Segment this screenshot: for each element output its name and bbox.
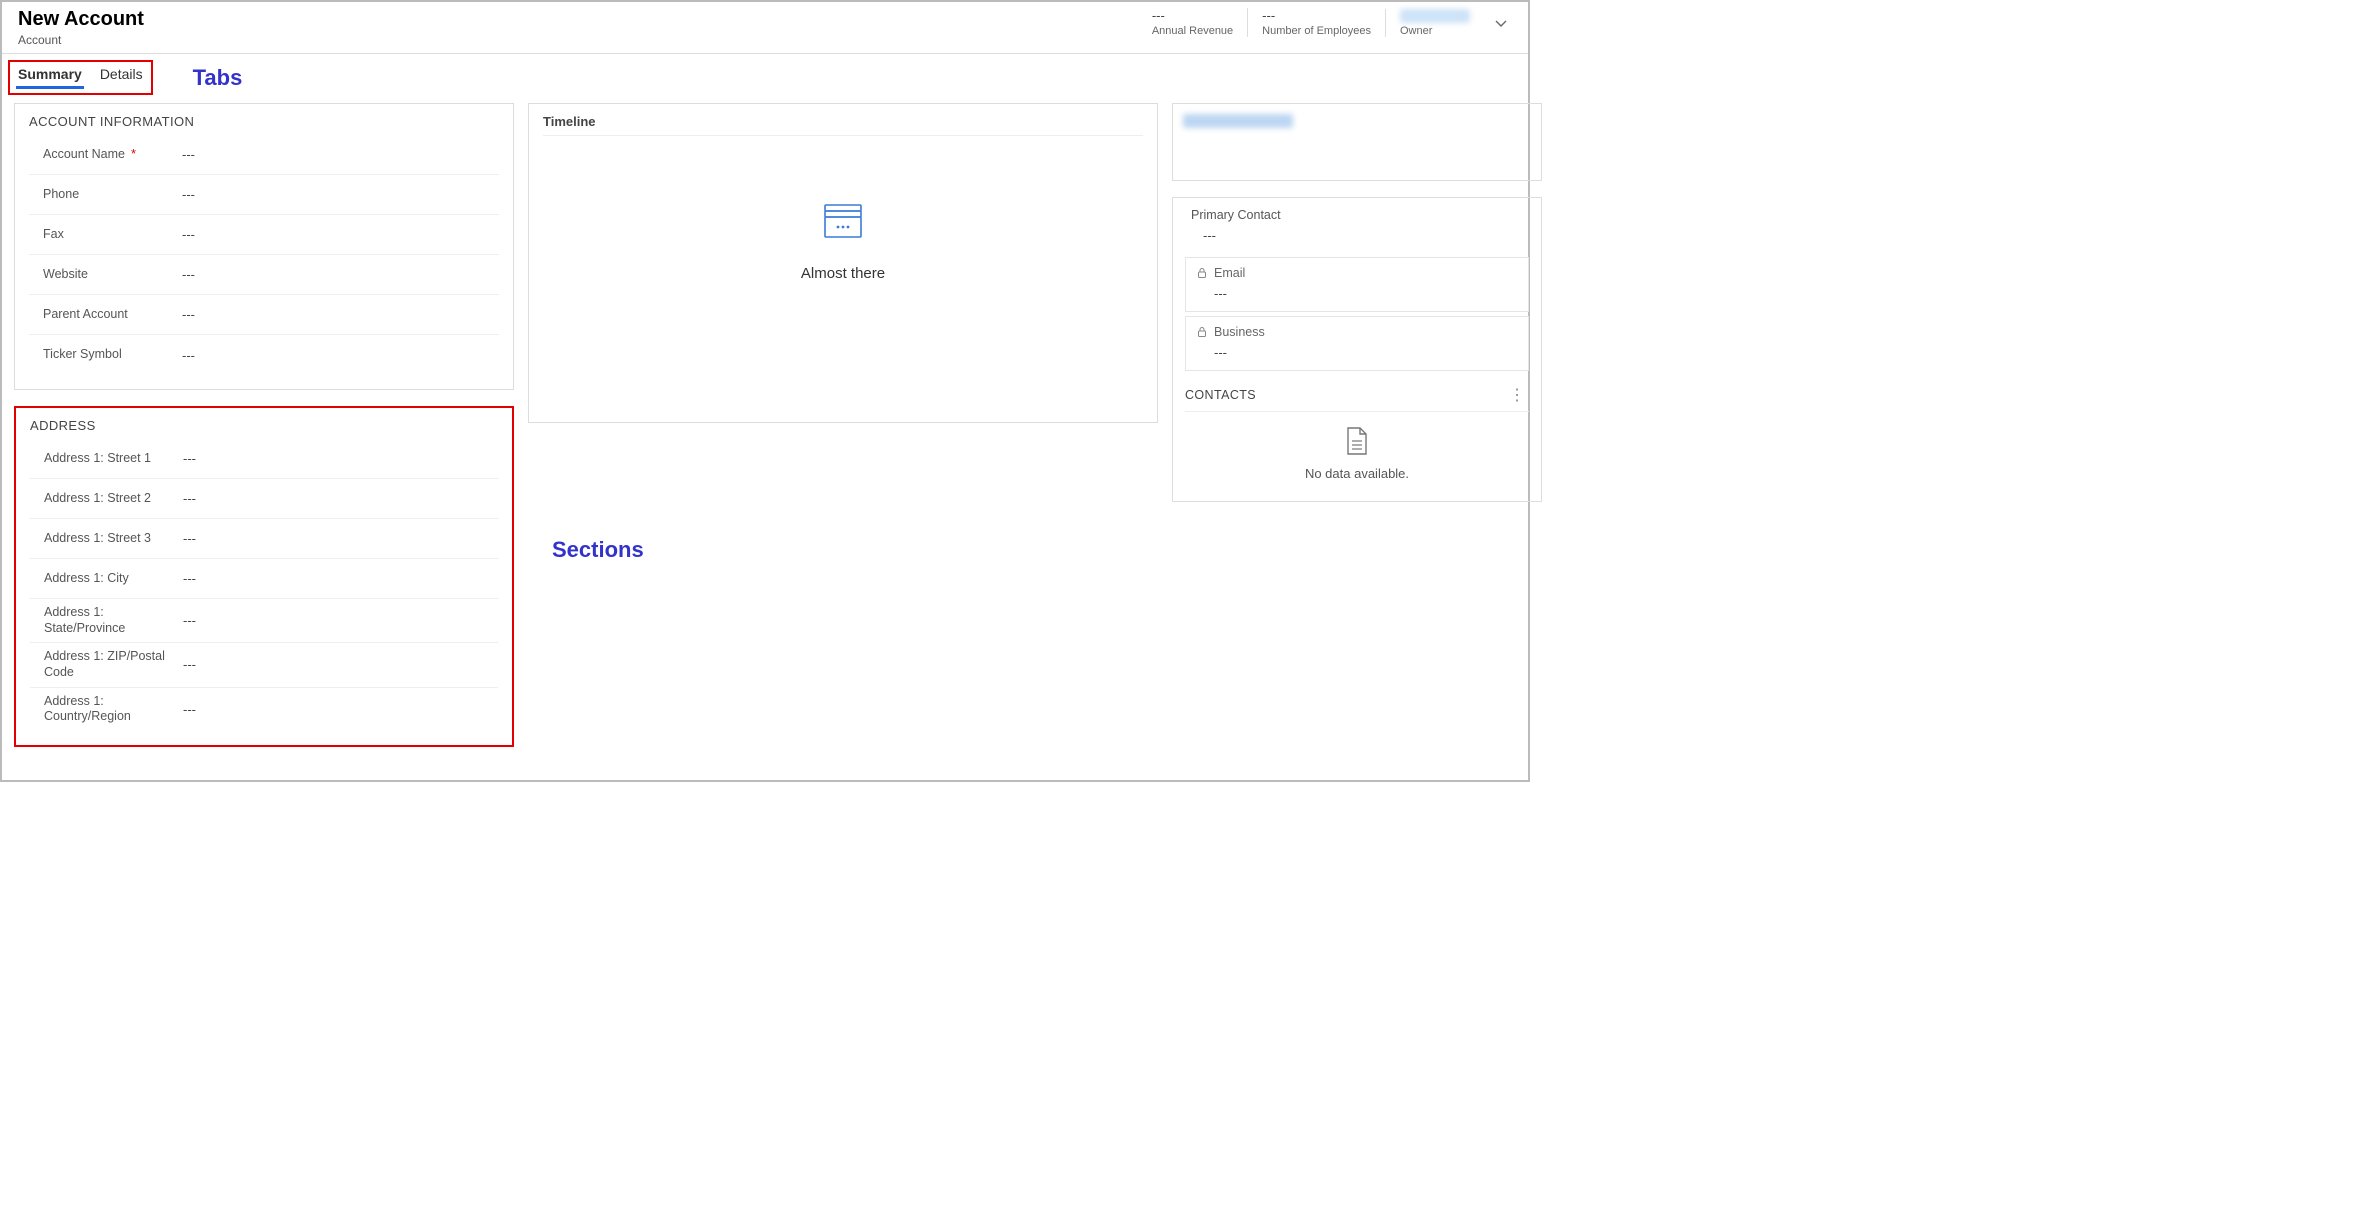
tabs-row: Summary Details Tabs bbox=[2, 54, 1528, 95]
header-field-label: Owner bbox=[1400, 25, 1470, 37]
field-value: --- bbox=[164, 307, 195, 322]
middle-column: Timeline Almost there Sections bbox=[528, 103, 1158, 563]
field-label-text: Account Name bbox=[43, 147, 125, 161]
contacts-header: CONTACTS ⋮ bbox=[1185, 379, 1529, 412]
tab-details[interactable]: Details bbox=[98, 64, 145, 89]
field-label: Address 1: State/Province bbox=[30, 605, 165, 636]
field-value: --- bbox=[164, 187, 195, 202]
field-label: Address 1: Street 2 bbox=[30, 491, 165, 507]
business-value: --- bbox=[1196, 339, 1518, 362]
field-address1-state[interactable]: Address 1: State/Province --- bbox=[30, 599, 498, 643]
lock-icon bbox=[1196, 326, 1208, 338]
field-label: Phone bbox=[29, 187, 164, 203]
page-header: New Account Account --- Annual Revenue -… bbox=[2, 2, 1528, 54]
field-label: Ticker Symbol bbox=[29, 347, 164, 363]
tabs-highlight-box: Summary Details bbox=[8, 60, 153, 95]
timeline-message: Almost there bbox=[801, 265, 885, 282]
field-value: --- bbox=[165, 571, 196, 586]
right-column: Primary Contact --- Email --- bbox=[1172, 103, 1542, 502]
business-label: Business bbox=[1214, 325, 1265, 339]
field-address1-city[interactable]: Address 1: City --- bbox=[30, 559, 498, 599]
header-field-annual-revenue[interactable]: --- Annual Revenue bbox=[1138, 8, 1247, 37]
field-fax[interactable]: Fax --- bbox=[29, 215, 499, 255]
field-label: Website bbox=[29, 267, 164, 283]
timeline-title: Timeline bbox=[543, 114, 1143, 136]
field-value: --- bbox=[165, 613, 196, 628]
email-label: Email bbox=[1214, 266, 1245, 280]
primary-contact-business-box: Business --- bbox=[1185, 316, 1529, 371]
field-address1-street3[interactable]: Address 1: Street 3 --- bbox=[30, 519, 498, 559]
timeline-body: Almost there bbox=[543, 136, 1143, 346]
header-left: New Account Account bbox=[18, 8, 144, 47]
header-right: --- Annual Revenue --- Number of Employe… bbox=[1138, 8, 1512, 37]
contacts-body: No data available. bbox=[1185, 412, 1529, 491]
record-title: New Account bbox=[18, 8, 144, 31]
header-field-value: --- bbox=[1152, 8, 1233, 23]
folder-stack-icon bbox=[821, 201, 865, 241]
field-label: Parent Account bbox=[29, 307, 164, 323]
primary-contact-email-box: Email --- bbox=[1185, 257, 1529, 312]
field-ticker-symbol[interactable]: Ticker Symbol --- bbox=[29, 335, 499, 375]
field-phone[interactable]: Phone --- bbox=[29, 175, 499, 215]
field-value: --- bbox=[164, 227, 195, 242]
header-field-label: Number of Employees bbox=[1262, 25, 1371, 37]
field-value: --- bbox=[165, 451, 196, 466]
field-address1-street2[interactable]: Address 1: Street 2 --- bbox=[30, 479, 498, 519]
owner-value-redacted bbox=[1400, 9, 1470, 23]
primary-contact-value[interactable]: --- bbox=[1185, 222, 1529, 253]
field-address1-country[interactable]: Address 1: Country/Region --- bbox=[30, 688, 498, 731]
field-label: Address 1: Country/Region bbox=[30, 694, 165, 725]
field-value: --- bbox=[165, 702, 196, 717]
header-field-number-of-employees[interactable]: --- Number of Employees bbox=[1247, 8, 1385, 37]
callout-tabs-label: Tabs bbox=[193, 65, 243, 91]
section-account-information: ACCOUNT INFORMATION Account Name * --- Ph… bbox=[14, 103, 514, 390]
field-label: Address 1: ZIP/Postal Code bbox=[30, 649, 165, 680]
left-column: ACCOUNT INFORMATION Account Name * --- Ph… bbox=[14, 103, 514, 747]
header-field-label: Annual Revenue bbox=[1152, 25, 1233, 37]
email-value: --- bbox=[1196, 280, 1518, 303]
business-label-row: Business bbox=[1196, 325, 1518, 339]
field-label: Address 1: Street 1 bbox=[30, 451, 165, 467]
document-icon bbox=[1344, 426, 1370, 456]
primary-contact-label: Primary Contact bbox=[1185, 208, 1529, 222]
field-value: --- bbox=[164, 348, 195, 363]
section-title: ACCOUNT INFORMATION bbox=[29, 114, 499, 129]
field-value: --- bbox=[165, 657, 196, 672]
header-field-owner[interactable]: Owner bbox=[1385, 9, 1484, 37]
record-entity-type: Account bbox=[18, 33, 144, 47]
related-panel-redacted bbox=[1172, 103, 1542, 181]
field-label: Fax bbox=[29, 227, 164, 243]
callout-sections-label: Sections bbox=[552, 537, 1158, 563]
field-value: --- bbox=[165, 491, 196, 506]
lock-icon bbox=[1196, 267, 1208, 279]
required-indicator: * bbox=[131, 146, 136, 161]
tab-summary[interactable]: Summary bbox=[16, 64, 84, 89]
chevron-down-icon bbox=[1493, 15, 1509, 31]
contacts-no-data: No data available. bbox=[1305, 466, 1409, 481]
section-address: ADDRESS Address 1: Street 1 --- Address … bbox=[14, 406, 514, 747]
field-value: --- bbox=[164, 267, 195, 282]
header-field-value: --- bbox=[1262, 8, 1371, 23]
field-label: Address 1: City bbox=[30, 571, 165, 587]
field-label: Account Name * bbox=[29, 146, 164, 163]
section-timeline: Timeline Almost there bbox=[528, 103, 1158, 423]
field-label: Address 1: Street 3 bbox=[30, 531, 165, 547]
field-address1-street1[interactable]: Address 1: Street 1 --- bbox=[30, 439, 498, 479]
redacted-text bbox=[1183, 114, 1293, 128]
primary-contact-card: Primary Contact --- Email --- bbox=[1172, 197, 1542, 502]
field-parent-account[interactable]: Parent Account --- bbox=[29, 295, 499, 335]
contacts-title: CONTACTS bbox=[1185, 388, 1256, 402]
field-website[interactable]: Website --- bbox=[29, 255, 499, 295]
field-value: --- bbox=[164, 147, 195, 162]
email-label-row: Email bbox=[1196, 266, 1518, 280]
body-grid: ACCOUNT INFORMATION Account Name * --- Ph… bbox=[2, 95, 1528, 755]
field-address1-zip[interactable]: Address 1: ZIP/Postal Code --- bbox=[30, 643, 498, 687]
contacts-more-button[interactable]: ⋮ bbox=[1505, 385, 1529, 405]
field-value: --- bbox=[165, 531, 196, 546]
field-account-name[interactable]: Account Name * --- bbox=[29, 135, 499, 175]
expand-header-button[interactable] bbox=[1490, 12, 1512, 34]
section-title: ADDRESS bbox=[30, 418, 498, 433]
